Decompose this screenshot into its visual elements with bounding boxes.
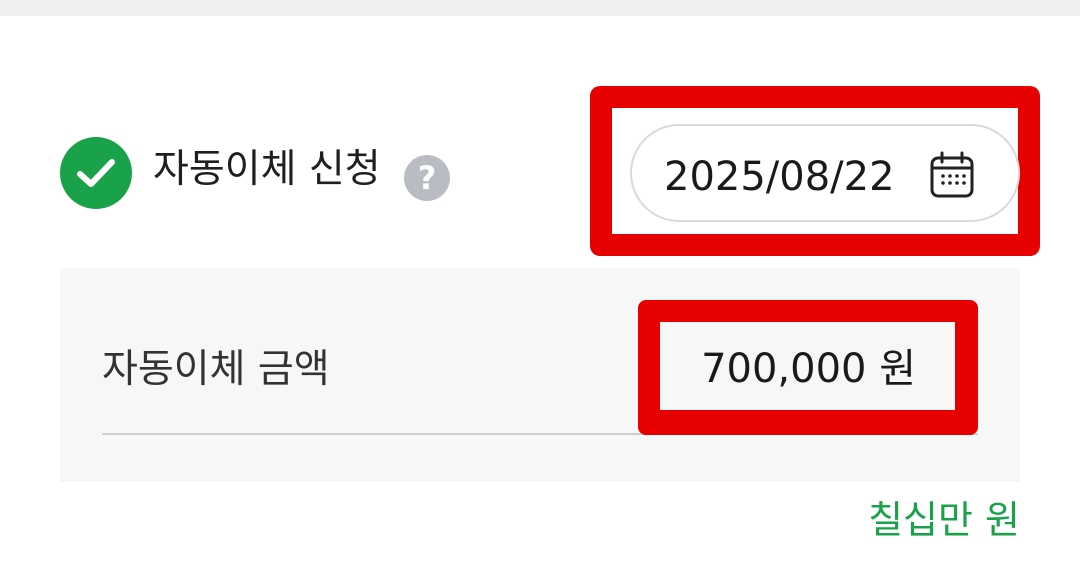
auto-transfer-label: 자동이체 신청 (153, 147, 381, 192)
amount-input[interactable]: 700,000 원 (672, 344, 916, 394)
date-value[interactable]: 2025/08/22 (664, 152, 895, 202)
amount-korean-reading: 칠십만 원 (868, 498, 1020, 542)
top-bar (0, 0, 1080, 16)
amount-label: 자동이체 금액 (102, 347, 330, 392)
question-icon[interactable]: ? (404, 155, 450, 201)
check-icon (77, 159, 115, 187)
calendar-icon[interactable] (928, 150, 976, 200)
auto-transfer-checkbox[interactable] (60, 137, 132, 209)
